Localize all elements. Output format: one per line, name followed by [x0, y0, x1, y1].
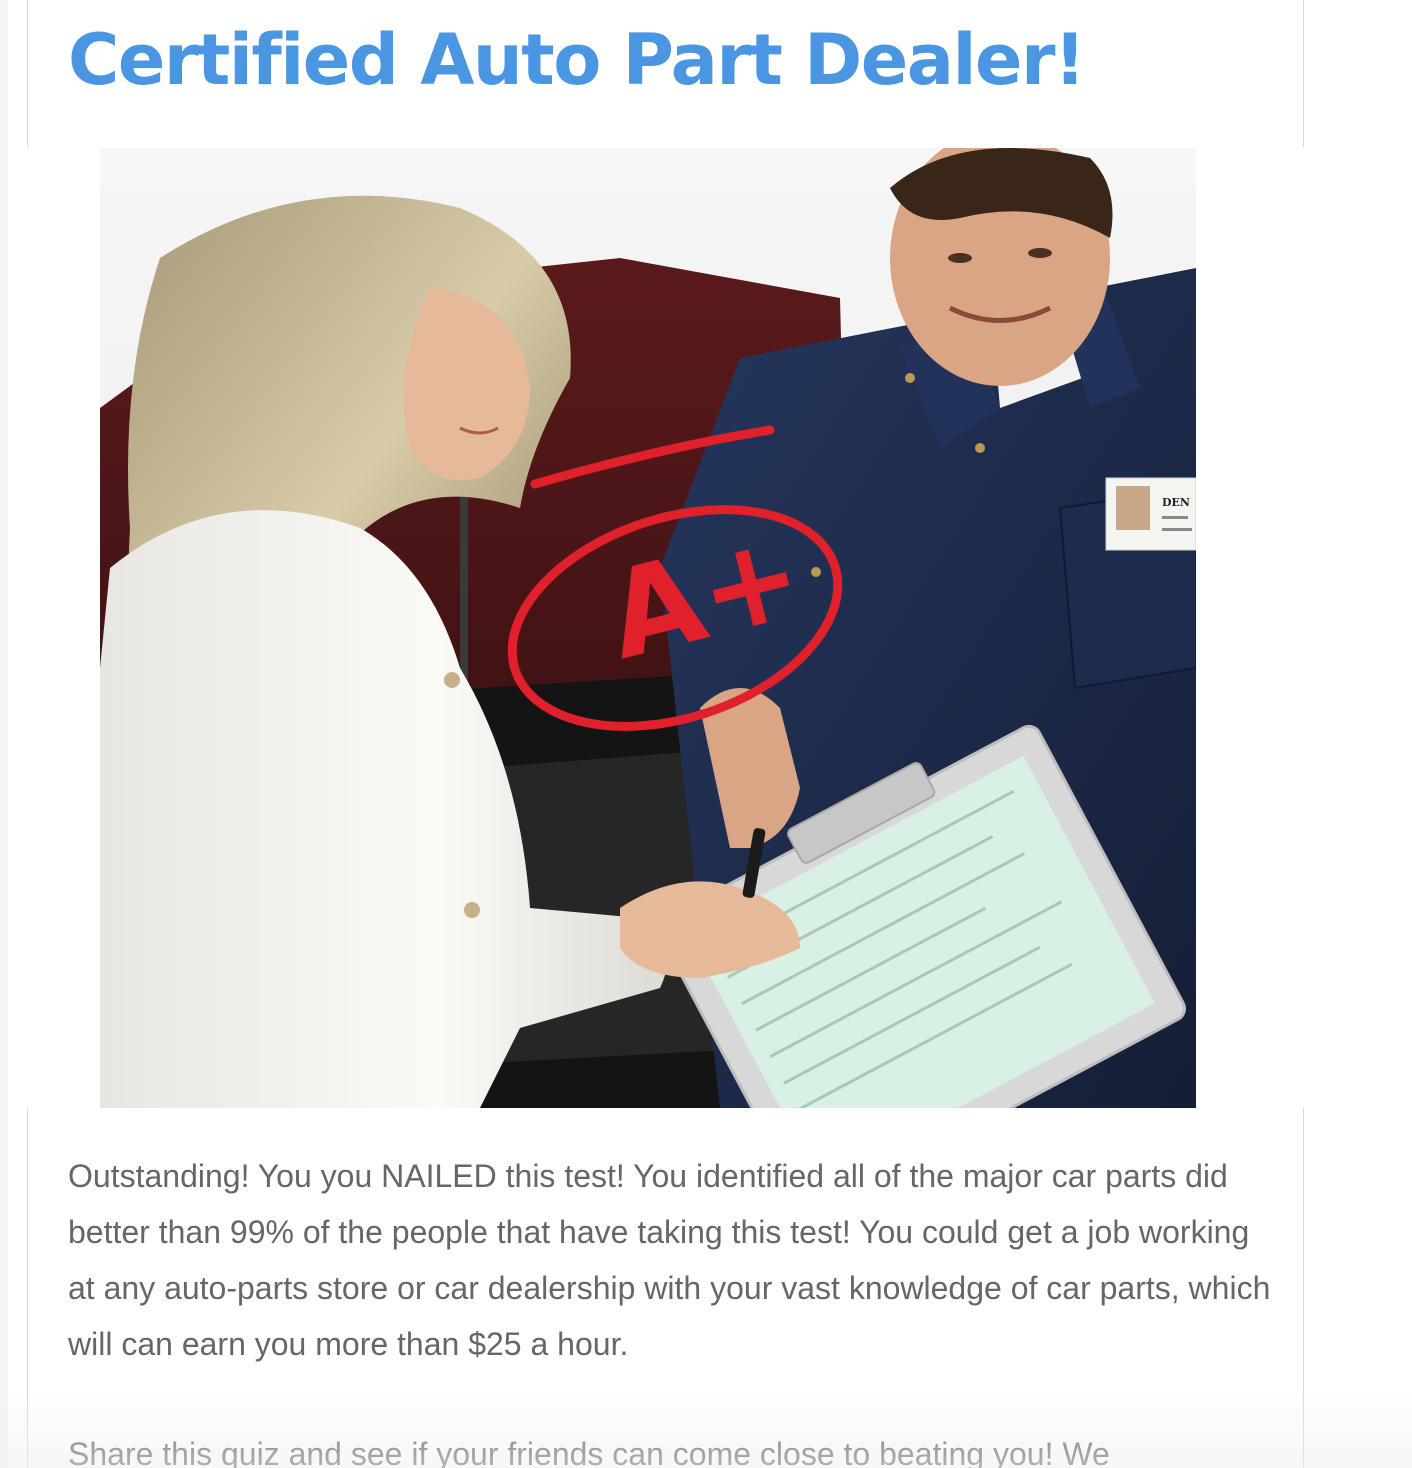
share-prompt: Share this quiz and see if your friends … — [68, 1436, 1110, 1468]
result-image: DEN A+ — [100, 148, 1196, 1108]
result-title: Certified Auto Part Dealer! — [68, 19, 1086, 101]
page-left-edge — [0, 0, 8, 1468]
result-description: Outstanding! You you NAILED this test! Y… — [68, 1158, 1271, 1362]
badge-text: DEN — [1162, 496, 1190, 509]
